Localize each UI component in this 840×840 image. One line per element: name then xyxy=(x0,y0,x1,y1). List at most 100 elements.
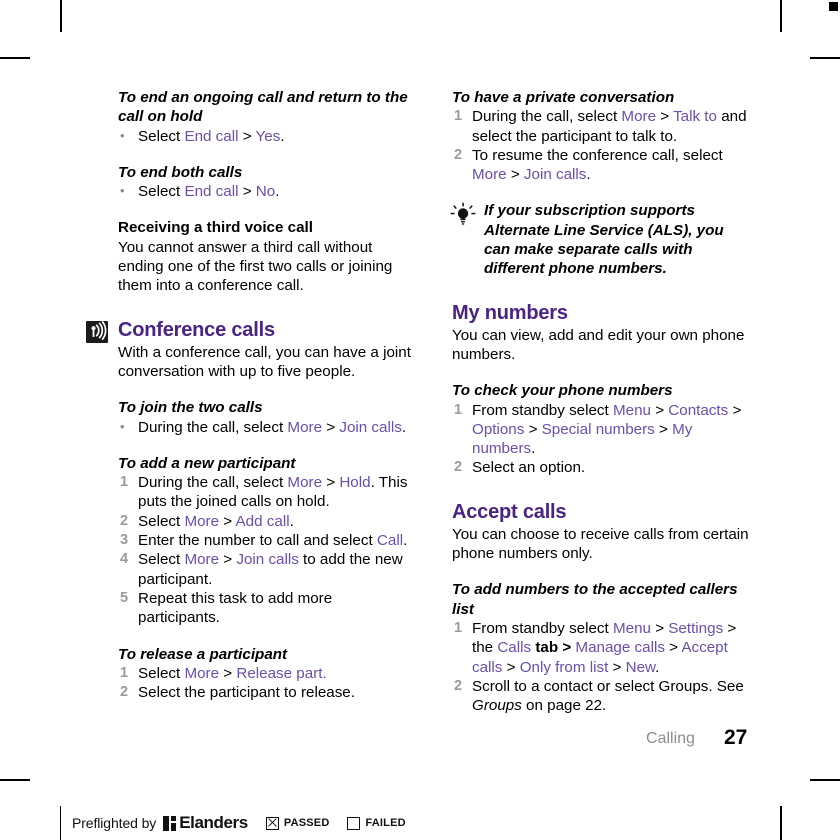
preflight-label: Preflighted by xyxy=(72,815,157,831)
paragraph-receiving-third-voice-call: You cannot answer a third call without e… xyxy=(118,238,393,295)
crop-mark-bottom-right-vertical xyxy=(780,806,782,840)
step-separator: > xyxy=(322,418,340,436)
paragraph-conference-intro: With a conference call, you can have a j… xyxy=(118,343,411,380)
list-private-conversation: During the call, select More > Talk to a… xyxy=(452,107,752,184)
heading-join-two-calls: To join the two calls xyxy=(118,399,263,417)
step-text-post: . xyxy=(275,183,280,201)
heading-add-new-participant: To add a new participant xyxy=(118,454,296,472)
checkbox-failed-icon[interactable] xyxy=(347,816,361,830)
menu-ref: More xyxy=(287,474,323,492)
menu-ref: More xyxy=(184,512,220,530)
menu-ref: Join calls xyxy=(523,166,587,184)
cross-reference[interactable]: Groups xyxy=(472,697,522,714)
heading-add-accepted-callers: To add numbers to the accepted callers l… xyxy=(452,581,738,618)
step-text-pre: To resume the conference call, select xyxy=(472,146,723,164)
list-item: Scroll to a contact or select Groups. Se… xyxy=(452,677,752,716)
menu-ref: Call xyxy=(376,532,404,550)
step-text-pre: Select xyxy=(138,664,185,682)
step-text-pre: Select the participant to release. xyxy=(138,684,355,702)
list-item: Select an option. xyxy=(452,458,752,478)
step-separator: > xyxy=(664,639,682,657)
menu-ref: More xyxy=(621,108,657,126)
broadcast-icon xyxy=(86,320,108,343)
elanders-mark-icon xyxy=(163,815,177,831)
step-text-post: . xyxy=(531,440,536,458)
list-add-accepted-callers: From standby select Menu > Settings > th… xyxy=(452,619,752,715)
list-item: Select More > Join calls to add the new … xyxy=(118,550,418,589)
page-number: 27 xyxy=(724,726,748,749)
tip-text: If your subscription supports Alternate … xyxy=(484,202,724,278)
list-item: From standby select Menu > Contacts > Op… xyxy=(452,401,752,459)
heading-receiving-third-voice-call: Receiving a third voice call xyxy=(118,219,313,237)
step-separator: > xyxy=(608,658,626,676)
menu-ref: End call xyxy=(184,127,239,145)
section-title-conference-calls: Conference calls xyxy=(118,318,275,341)
step-text-pre: Enter the number to call and select xyxy=(138,532,377,550)
menu-ref: Yes xyxy=(255,127,281,145)
menu-ref: No xyxy=(255,183,276,201)
list-item: To resume the conference call, select Mo… xyxy=(452,146,752,185)
heading-private-conversation: To have a private conversation xyxy=(452,89,675,106)
menu-ref: More xyxy=(184,551,220,569)
passed-label: PASSED xyxy=(283,817,330,829)
menu-ref: New xyxy=(625,658,656,676)
step-separator: > xyxy=(219,512,236,530)
menu-ref: Join calls xyxy=(236,551,299,569)
preflight-passed-stamp: PASSED xyxy=(265,816,330,830)
elanders-brand-name: Elanders xyxy=(179,813,248,832)
menu-ref: End call xyxy=(184,183,239,201)
list-join-two-calls: During the call, select More > Join call… xyxy=(118,417,418,437)
step-separator: > xyxy=(650,401,669,419)
step-separator: > xyxy=(656,108,674,126)
elanders-logo: Elanders xyxy=(163,813,248,833)
menu-ref: More xyxy=(184,664,220,682)
section-conference-calls: Conference calls With a conference call,… xyxy=(86,318,418,382)
menu-ref: Join calls xyxy=(339,418,402,436)
step-text-pre: During the call, select xyxy=(138,418,288,436)
preflight-divider xyxy=(60,806,61,840)
step-text-pre: Select xyxy=(138,183,185,201)
lightbulb-icon xyxy=(450,202,476,228)
list-item: Select End call > Yes. xyxy=(118,126,418,146)
list-add-new-participant: During the call, select More > Hold. Thi… xyxy=(118,473,418,627)
step-text-pre: From standby select xyxy=(472,619,613,637)
list-item: Select End call > No. xyxy=(118,181,418,201)
step-text-pre: Repeat this task to add more participant… xyxy=(138,589,333,627)
right-column: To have a private conversation During th… xyxy=(450,88,752,715)
tip-note: If your subscription supports Alternate … xyxy=(450,201,752,278)
paragraph-my-numbers-intro: You can view, add and edit your own phon… xyxy=(452,326,745,363)
menu-ref: Settings xyxy=(668,619,724,637)
step-text-pre: From standby select xyxy=(472,401,613,419)
step-text-post: . xyxy=(403,532,408,550)
list-item: Repeat this task to add more participant… xyxy=(118,589,418,628)
paragraph-accept-calls-intro: You can choose to receive calls from cer… xyxy=(452,525,749,563)
menu-ref: More xyxy=(472,166,507,184)
list-release-participant: Select More > Release part. Select the p… xyxy=(118,664,418,703)
checkbox-passed-icon[interactable] xyxy=(265,816,279,830)
step-text-post: . xyxy=(655,658,660,676)
step-text-pre: Select xyxy=(138,512,185,530)
page-footer: Calling 27 xyxy=(452,726,762,754)
step-text-pre: During the call, select xyxy=(472,108,622,126)
menu-ref: Menu xyxy=(612,619,651,637)
step-text-pre: Select xyxy=(138,127,185,145)
menu-ref: Only from list xyxy=(519,658,609,676)
step-text-post: . xyxy=(586,166,591,184)
menu-ref: Menu xyxy=(612,401,651,419)
step-text-pre: Select xyxy=(138,551,185,569)
heading-end-ongoing-call: To end an ongoing call and return to the… xyxy=(118,89,408,126)
chapter-name: Calling xyxy=(646,730,695,747)
list-item: Enter the number to call and select Call… xyxy=(118,531,418,551)
step-separator: > xyxy=(506,166,524,184)
preflight-failed-stamp: FAILED xyxy=(347,816,406,830)
heading-end-both-calls: To end both calls xyxy=(118,163,243,181)
menu-ref: Manage calls xyxy=(575,639,665,657)
heading-release-participant: To release a participant xyxy=(118,645,288,663)
